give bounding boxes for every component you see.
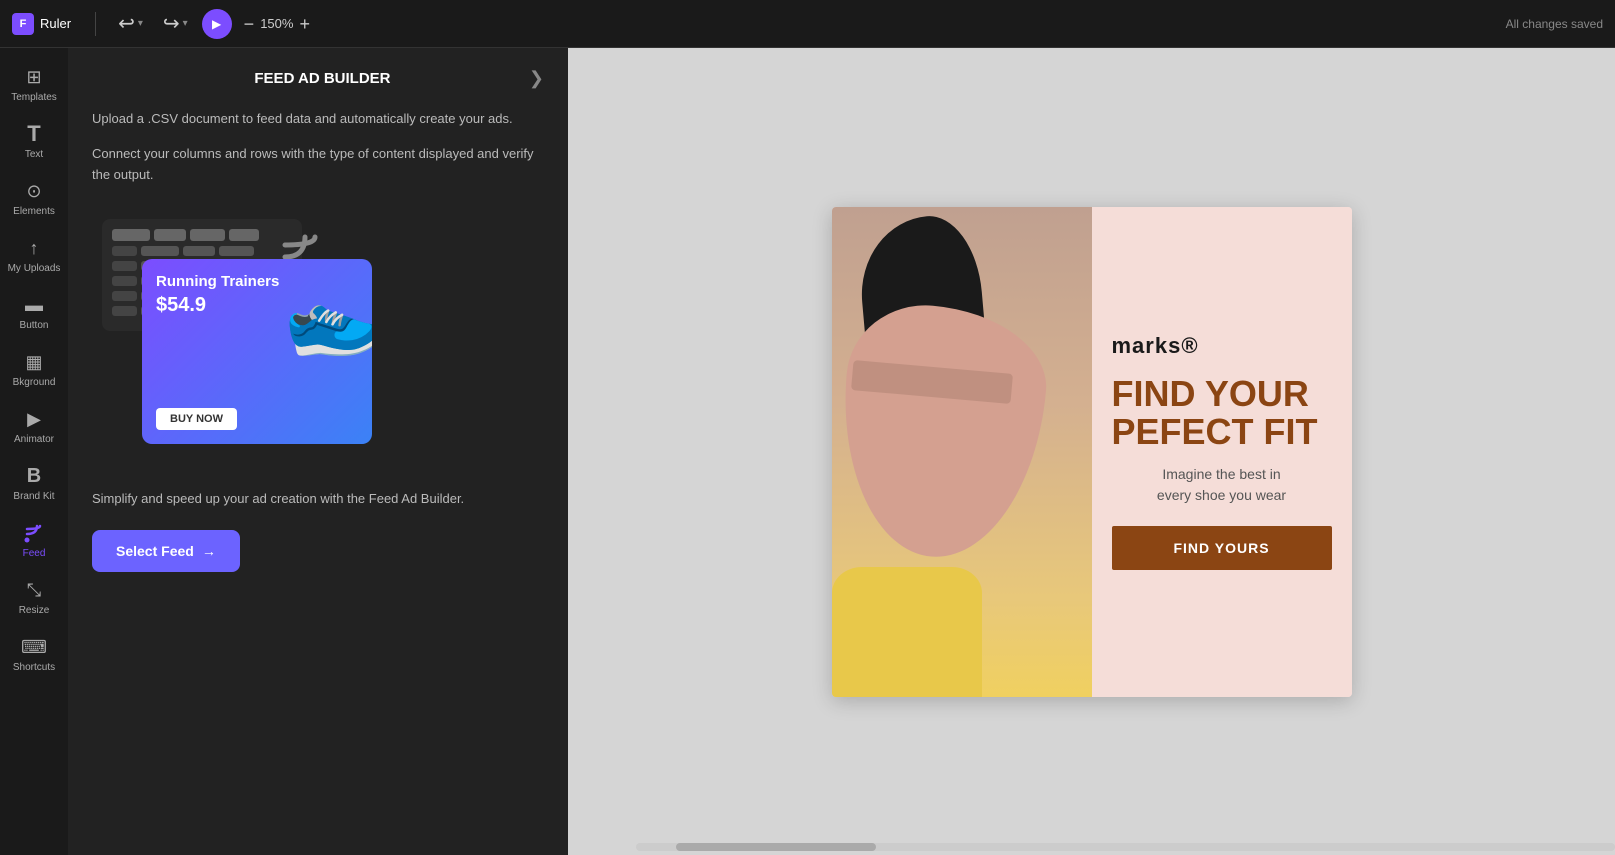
sidebar-icons: ⊞ Templates T Text ⊙ Elements ↑ My Uploa… <box>0 48 68 855</box>
resize-icon: ⤡ <box>23 579 45 601</box>
ad-preview-card: Running Trainers $54.9 👟 BUY NOW <box>142 259 372 444</box>
ad-headline: FIND YOUR PEFECT FIT <box>1112 375 1332 451</box>
logo-icon: F <box>12 13 34 35</box>
sidebar-item-my-uploads[interactable]: ↑ My Uploads <box>0 227 68 284</box>
feed-preview-container: Running Trainers $54.9 👟 BUY NOW <box>92 209 544 469</box>
text-label: Text <box>25 149 43 160</box>
sidebar-item-button[interactable]: ▬ Button <box>0 284 68 341</box>
shoe-image-area <box>832 207 1092 697</box>
feed-panel-title: FEED AD BUILDER <box>116 70 529 87</box>
main-area: ⊞ Templates T Text ⊙ Elements ↑ My Uploa… <box>0 48 1615 855</box>
sidebar-item-feed[interactable]: Feed <box>0 512 68 569</box>
topbar-logo: F Ruler <box>12 13 71 35</box>
templates-icon: ⊞ <box>23 66 45 88</box>
uploads-icon: ↑ <box>23 237 45 259</box>
uploads-label: My Uploads <box>8 263 61 274</box>
ad-subtext: Imagine the best inevery shoe you wear <box>1112 464 1332 506</box>
ruler-label: Ruler <box>40 16 71 31</box>
button-label: Button <box>20 320 49 331</box>
sidebar-item-shortcuts[interactable]: ⌨ Shortcuts <box>0 626 68 683</box>
play-button[interactable]: ▶ <box>202 9 232 39</box>
undo-dropdown-icon: ▾ <box>138 18 143 29</box>
canvas-scrollbar[interactable] <box>636 843 1615 851</box>
button-icon: ▬ <box>23 294 45 316</box>
redo-dropdown-icon: ▾ <box>183 18 188 29</box>
sidebar-item-templates[interactable]: ⊞ Templates <box>0 56 68 113</box>
ad-canvas: marks® FIND YOUR PEFECT FIT Imagine the … <box>832 207 1352 697</box>
feed-panel: FEED AD BUILDER ❯ Upload a .CSV document… <box>68 48 568 855</box>
play-icon: ▶ <box>212 17 221 31</box>
elements-icon: ⊙ <box>23 180 45 202</box>
animator-label: Animator <box>14 434 54 445</box>
sidebar-item-elements[interactable]: ⊙ Elements <box>0 170 68 227</box>
feed-description-3: Simplify and speed up your ad creation w… <box>92 489 544 510</box>
ad-canvas-left <box>832 207 1092 697</box>
templates-label: Templates <box>11 92 57 103</box>
elements-label: Elements <box>13 206 55 217</box>
zoom-level: 150% <box>260 16 293 31</box>
zoom-in-button[interactable]: + <box>299 15 310 33</box>
redo-icon: ↪ <box>163 11 180 36</box>
feed-label: Feed <box>23 548 46 559</box>
feed-panel-header: FEED AD BUILDER ❯ <box>92 68 544 89</box>
text-icon: T <box>23 123 45 145</box>
select-feed-arrow-icon: → <box>202 543 216 559</box>
shortcuts-icon: ⌨ <box>23 636 45 658</box>
brand-kit-icon: B <box>23 465 45 487</box>
canvas-area[interactable]: marks® FIND YOUR PEFECT FIT Imagine the … <box>568 48 1615 855</box>
topbar-divider <box>95 12 96 36</box>
headline-line2: PEFECT FIT <box>1112 411 1318 452</box>
animator-icon: ▶ <box>23 408 45 430</box>
sandal-pink <box>832 298 1053 564</box>
brand-kit-label: Brand Kit <box>13 491 54 502</box>
undo-button[interactable]: ↩ ▾ <box>112 7 149 40</box>
feed-icon <box>23 522 45 544</box>
resize-label: Resize <box>19 605 50 616</box>
feed-description-2: Connect your columns and rows with the t… <box>92 144 544 186</box>
canvas-scrollbar-thumb <box>676 843 876 851</box>
sidebar-item-animator[interactable]: ▶ Animator <box>0 398 68 455</box>
sidebar-item-text[interactable]: T Text <box>0 113 68 170</box>
zoom-control: − 150% + <box>244 15 310 33</box>
background-label: Bkground <box>13 377 56 388</box>
undo-icon: ↩ <box>118 11 135 36</box>
feed-description-1: Upload a .CSV document to feed data and … <box>92 109 544 130</box>
sidebar-item-resize[interactable]: ⤡ Resize <box>0 569 68 626</box>
redo-button[interactable]: ↪ ▾ <box>157 7 194 40</box>
ad-buy-now-button[interactable]: BUY NOW <box>156 408 237 430</box>
headline-line1: FIND YOUR <box>1112 373 1309 414</box>
background-icon: ▦ <box>23 351 45 373</box>
ad-cta-button[interactable]: FIND YOURS <box>1112 526 1332 570</box>
ad-canvas-right: marks® FIND YOUR PEFECT FIT Imagine the … <box>1092 207 1352 697</box>
sidebar-item-background[interactable]: ▦ Bkground <box>0 341 68 398</box>
topbar: F Ruler ↩ ▾ ↪ ▾ ▶ − 150% + All changes s… <box>0 0 1615 48</box>
brand-name: marks® <box>1112 333 1332 359</box>
sidebar-item-brand-kit[interactable]: B Brand Kit <box>0 455 68 512</box>
zoom-out-button[interactable]: − <box>244 15 255 33</box>
save-status: All changes saved <box>1506 17 1603 31</box>
shortcuts-label: Shortcuts <box>13 662 55 673</box>
bag-yellow <box>832 567 982 697</box>
select-feed-label: Select Feed <box>116 543 194 559</box>
collapse-panel-button[interactable]: ❯ <box>529 68 544 89</box>
select-feed-button[interactable]: Select Feed → <box>92 530 240 572</box>
